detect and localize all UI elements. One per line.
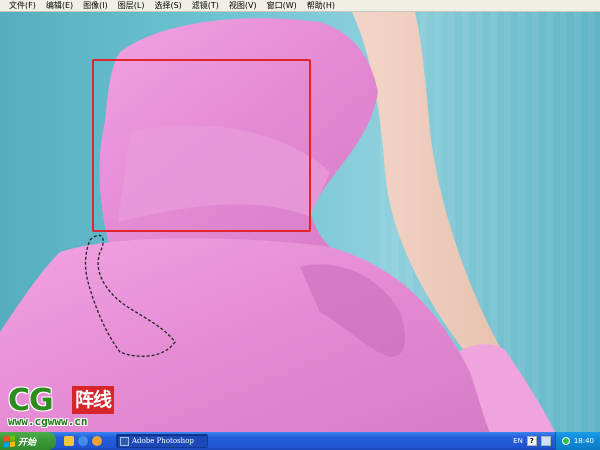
- watermark-cg-text: CG: [8, 383, 54, 418]
- menu-layer[interactable]: 图层(L): [113, 0, 150, 12]
- clock: 18:40: [573, 437, 594, 445]
- menu-edit[interactable]: 编辑(E): [41, 0, 78, 12]
- browser-icon[interactable]: [78, 436, 88, 446]
- menu-window[interactable]: 窗口(W): [262, 0, 302, 12]
- watermark-zhenxian-text: 阵线: [72, 386, 114, 414]
- help-icon[interactable]: ?: [526, 436, 537, 446]
- document-canvas[interactable]: [0, 12, 600, 432]
- start-button[interactable]: 开始: [0, 432, 56, 450]
- menu-select[interactable]: 选择(S): [149, 0, 186, 12]
- menu-view[interactable]: 视图(V): [224, 0, 262, 12]
- start-label: 开始: [18, 437, 37, 448]
- show-desktop-icon[interactable]: [64, 436, 74, 446]
- ime-icon[interactable]: [540, 436, 551, 446]
- language-bar: EN ?: [513, 436, 555, 446]
- quick-launch: [64, 436, 102, 446]
- network-icon[interactable]: [561, 437, 570, 445]
- task-label: Adobe Photoshop: [132, 437, 194, 445]
- menu-bar: 文件(F) 编辑(E) 图像(I) 图层(L) 选择(S) 滤镜(T) 视图(V…: [0, 0, 600, 12]
- photoshop-icon: [120, 436, 129, 446]
- system-tray: 18:40: [554, 432, 600, 450]
- artwork: [0, 12, 600, 432]
- windows-logo-icon: [4, 434, 15, 448]
- menu-file[interactable]: 文件(F): [4, 0, 41, 12]
- media-player-icon[interactable]: [92, 436, 102, 446]
- menu-filter[interactable]: 滤镜(T): [187, 0, 224, 12]
- menu-image[interactable]: 图像(I): [78, 0, 113, 12]
- taskbar-photoshop-button[interactable]: Adobe Photoshop: [116, 434, 208, 448]
- taskbar: 开始 Adobe Photoshop EN ? 18:40: [0, 432, 600, 450]
- menu-help[interactable]: 帮助(H): [302, 0, 340, 12]
- language-indicator[interactable]: EN: [513, 437, 523, 445]
- site-watermark: CG 阵线 www.cgwww.cn: [6, 386, 146, 430]
- watermark-url-text: www.cgwww.cn: [8, 415, 88, 428]
